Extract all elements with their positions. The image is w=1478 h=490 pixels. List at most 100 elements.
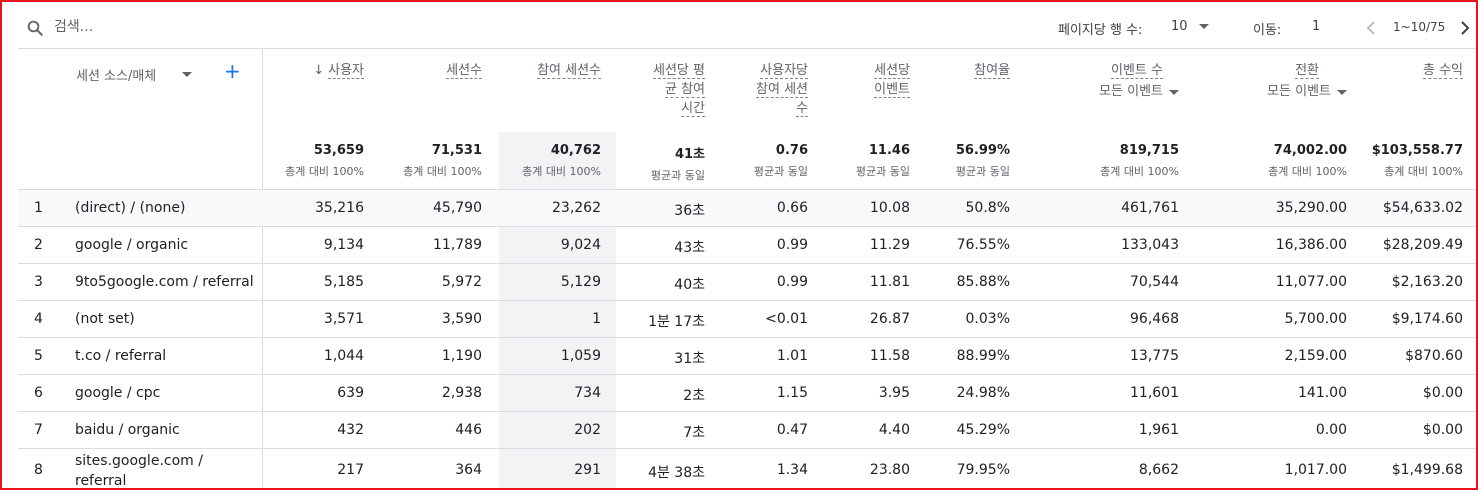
row-index: 1 — [34, 200, 43, 216]
cell-avg-engagement-time: 1분 17초 — [648, 314, 705, 330]
cell-events-per-session: 3.95 — [878, 385, 910, 401]
cell-users: 432 — [337, 422, 364, 438]
column-header-conversions[interactable]: 전환 모든 이벤트 — [1267, 61, 1347, 101]
column-header-avg-engagement-time[interactable]: 세션당 평균 참여 시간 — [653, 61, 705, 118]
arrow-down-icon[interactable]: ↓ — [313, 61, 324, 80]
cell-event-count: 133,043 — [1121, 237, 1179, 253]
dimension-header[interactable]: 세션 소스/매체 — [76, 65, 156, 84]
row-index: 2 — [34, 237, 43, 253]
total-conversions: 74,002.00 총계 대비 100% — [1268, 143, 1347, 178]
total-users: 53,659 총계 대비 100% — [285, 143, 364, 178]
cell-engagement-rate: 88.99% — [956, 348, 1010, 364]
cell-event-count: 96,468 — [1130, 311, 1179, 327]
cell-engagement-rate: 50.8% — [965, 200, 1010, 216]
rows-per-page-label: 페이지당 행 수: — [1058, 23, 1143, 38]
cell-sessions: 5,972 — [441, 274, 482, 290]
conversion-filter-dropdown[interactable]: 모든 이벤트 — [1267, 82, 1347, 101]
cell-users: 9,134 — [323, 237, 364, 253]
cell-sessions: 11,789 — [433, 237, 482, 253]
row-dimension-value[interactable]: t.co / referral — [75, 348, 166, 364]
cell-users: 1,044 — [323, 348, 364, 364]
table-row[interactable]: 8 sites.google.com / referral 217 364 291 4분 … — [18, 448, 1476, 488]
row-dimension-value[interactable]: (not set) — [75, 311, 135, 327]
cell-event-count: 11,601 — [1130, 385, 1179, 401]
cell-sessions: 2,938 — [441, 385, 482, 401]
table-row[interactable]: 7 baidu / organic 432 446 202 7초 0.47 4.40 45.29… — [18, 411, 1476, 448]
row-index: 7 — [34, 422, 43, 438]
cell-sessions: 364 — [455, 462, 482, 478]
chevron-left-icon[interactable] — [1364, 20, 1378, 36]
table-row[interactable]: 2 google / organic 9,134 11,789 9,024 43초 0.99… — [18, 226, 1476, 263]
add-dimension-button[interactable]: + — [224, 61, 241, 81]
cell-event-count: 70,544 — [1130, 274, 1179, 290]
cell-conversions: 141.00 — [1298, 385, 1347, 401]
search-input[interactable] — [54, 15, 354, 39]
cell-sessions: 3,590 — [441, 311, 482, 327]
cell-total-revenue: $0.00 — [1422, 422, 1463, 438]
column-header-users[interactable]: ↓ 사용자 — [313, 61, 364, 80]
cell-engaged-sessions-per-user: 0.99 — [776, 274, 808, 290]
cell-engaged-sessions: 734 — [574, 385, 601, 401]
column-header-events-per-session[interactable]: 세션당 이벤트 — [860, 61, 910, 99]
cell-engaged-sessions-per-user: 1.01 — [776, 348, 808, 364]
cell-engaged-sessions-per-user: 0.47 — [776, 422, 808, 438]
cell-conversions: 2,159.00 — [1284, 348, 1347, 364]
cell-conversions: 16,386.00 — [1275, 237, 1347, 253]
cell-total-revenue: $28,209.49 — [1382, 237, 1463, 253]
row-index: 6 — [34, 385, 43, 401]
table-row[interactable]: 3 9to5google.com / referral 5,185 5,972 5,12… — [18, 263, 1476, 300]
cell-event-count: 13,775 — [1130, 348, 1179, 364]
goto-page-input[interactable]: 1 — [1312, 19, 1320, 34]
cell-engaged-sessions-per-user: 1.34 — [776, 462, 808, 478]
cell-conversions: 1,017.00 — [1284, 462, 1347, 478]
search-icon[interactable] — [26, 19, 44, 37]
row-dimension-value[interactable]: 9to5google.com / referral — [75, 274, 254, 290]
cell-events-per-session: 11.58 — [869, 348, 910, 364]
cell-total-revenue: $0.00 — [1422, 385, 1463, 401]
column-header-engagement-rate[interactable]: 참여율 — [974, 61, 1010, 80]
row-dimension-value[interactable]: google / organic — [75, 237, 188, 253]
cell-sessions: 446 — [455, 422, 482, 438]
column-header-total-revenue[interactable]: 총 수익 — [1422, 61, 1463, 80]
row-dimension-value[interactable]: (direct) / (none) — [75, 200, 185, 216]
goto-label: 이동: — [1253, 23, 1282, 38]
table-row[interactable]: 5 t.co / referral 1,044 1,190 1,059 31초 1.01 11… — [18, 337, 1476, 374]
cell-users: 639 — [337, 385, 364, 401]
cell-engaged-sessions: 9,024 — [560, 237, 601, 253]
table-row[interactable]: 1 (direct) / (none) 35,216 45,790 23,262 36초 0… — [18, 189, 1476, 226]
chevron-right-icon[interactable] — [1458, 20, 1472, 36]
page-range-text: 1~10/75 — [1393, 20, 1446, 34]
cell-engaged-sessions-per-user: 0.99 — [776, 237, 808, 253]
cell-conversions: 5,700.00 — [1284, 311, 1347, 327]
chevron-down-icon[interactable] — [1199, 24, 1209, 29]
cell-users: 5,185 — [323, 274, 364, 290]
cell-engagement-rate: 45.29% — [956, 422, 1010, 438]
cell-conversions: 0.00 — [1315, 422, 1347, 438]
column-header-sessions[interactable]: 세션수 — [446, 61, 482, 80]
event-filter-dropdown[interactable]: 모든 이벤트 — [1099, 82, 1179, 101]
cell-engaged-sessions: 1 — [592, 311, 601, 327]
cell-avg-engagement-time: 31초 — [674, 351, 705, 367]
row-dimension-value[interactable]: baidu / organic — [75, 422, 180, 438]
cell-engagement-rate: 24.98% — [956, 385, 1010, 401]
cell-events-per-session: 11.29 — [869, 237, 910, 253]
table-row[interactable]: 4 (not set) 3,571 3,590 1 1분 17초 <0.01 26.87 0.0… — [18, 300, 1476, 337]
total-revenue: $103,558.77 총계 대비 100% — [1371, 143, 1463, 178]
table-row[interactable]: 6 google / cpc 639 2,938 734 2초 1.15 3.95 24.98%… — [18, 374, 1476, 411]
total-engaged-sessions-per-user: 0.76 평균과 동일 — [753, 143, 808, 178]
column-header-engaged-sessions[interactable]: 참여 세션수 — [531, 61, 601, 80]
rows-per-page-select[interactable]: 10 — [1171, 19, 1188, 34]
row-index: 8 — [34, 462, 43, 478]
row-dimension-value[interactable]: google / cpc — [75, 385, 160, 401]
chevron-down-icon[interactable] — [182, 72, 192, 77]
column-header-engaged-sessions-per-user[interactable]: 사용자당 참여 세션수 — [756, 61, 808, 118]
cell-engaged-sessions: 5,129 — [560, 274, 601, 290]
cell-engaged-sessions: 202 — [574, 422, 601, 438]
cell-users: 217 — [337, 462, 364, 478]
row-dimension-value[interactable]: sites.google.com / referral — [75, 451, 255, 488]
table-toolbar: 페이지당 행 수: 10 이동: 1 1~10/75 — [18, 4, 1476, 49]
total-engagement-rate: 56.99% 평균과 동일 — [955, 143, 1010, 178]
cell-total-revenue: $2,163.20 — [1391, 274, 1463, 290]
column-header-event-count[interactable]: 이벤트 수 모든 이벤트 — [1099, 61, 1179, 101]
cell-events-per-session: 26.87 — [869, 311, 910, 327]
